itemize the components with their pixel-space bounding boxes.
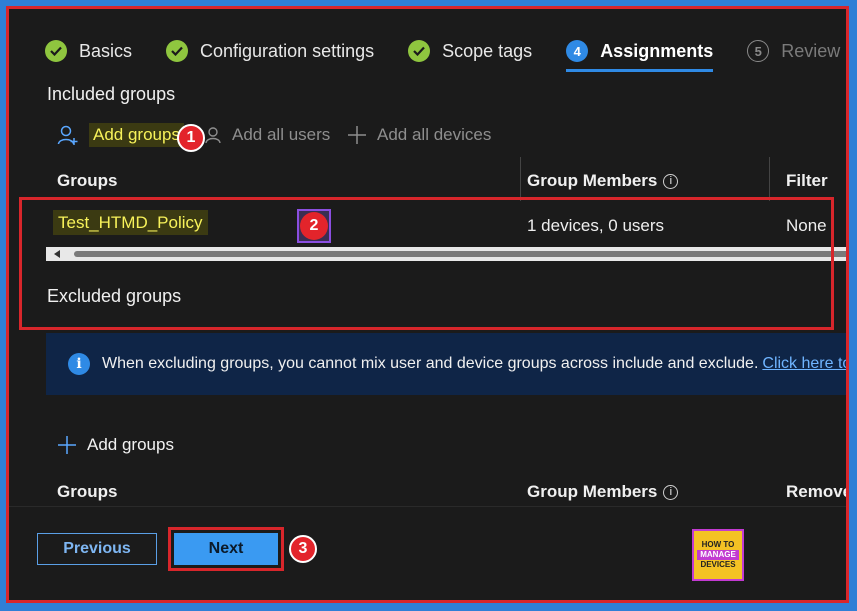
column-header-group-members: Group Members i	[527, 171, 679, 191]
check-icon	[166, 40, 189, 62]
add-groups-label: Add groups	[89, 123, 184, 147]
info-icon: i	[68, 353, 90, 375]
column-header-group-members: Group Members i	[527, 482, 679, 502]
add-groups-button[interactable]: Add groups	[57, 123, 184, 147]
tab-label: Configuration settings	[200, 40, 375, 61]
tab-label: Review	[781, 40, 841, 61]
plus-icon	[57, 435, 77, 455]
tab-assignments[interactable]: 4 Assignments	[566, 37, 714, 72]
column-header-groups: Groups	[57, 482, 118, 501]
step-number-badge: 4	[566, 40, 589, 62]
logo-line: DEVICES	[700, 560, 736, 569]
tab-basics[interactable]: Basics	[45, 37, 132, 65]
info-banner: i When excluding groups, you cannot mix …	[46, 333, 846, 395]
column-header-remove: Remove	[786, 482, 849, 501]
add-groups-label: Add groups	[87, 435, 174, 454]
add-excluded-groups-button[interactable]: Add groups	[57, 435, 174, 455]
tab-configuration-settings[interactable]: Configuration settings	[166, 37, 374, 65]
add-user-icon	[57, 124, 79, 146]
info-icon[interactable]: i	[663, 173, 679, 189]
wizard-window: Basics Configuration settings Scope tags…	[6, 6, 849, 603]
group-members-label: Group Members	[527, 171, 658, 190]
callout-badge-1: 1	[177, 124, 205, 152]
group-members-label: Group Members	[527, 482, 658, 501]
check-icon	[408, 40, 431, 62]
tab-review[interactable]: 5 Review	[747, 37, 840, 65]
plus-icon	[347, 125, 367, 145]
callout-highlight-box	[19, 197, 834, 330]
column-divider	[769, 157, 770, 201]
tab-label: Assignments	[600, 40, 714, 61]
column-header-filter: Filter	[786, 171, 828, 190]
add-all-devices-button[interactable]: Add all devices	[347, 125, 491, 145]
tab-scope-tags[interactable]: Scope tags	[408, 37, 532, 65]
callout-badge-3: 3	[289, 535, 317, 563]
logo-line: HOW TO	[701, 540, 735, 549]
wizard-footer: Previous Next 3 HOW TO MANAGE DEVICES	[9, 506, 846, 600]
column-header-groups: Groups	[57, 171, 118, 190]
previous-button[interactable]: Previous	[37, 533, 157, 565]
user-icon	[204, 126, 222, 144]
add-all-users-button[interactable]: Add all users	[204, 125, 330, 145]
info-banner-link[interactable]: Click here to le	[762, 355, 846, 373]
included-groups-title: Included groups	[47, 84, 176, 104]
add-all-devices-label: Add all devices	[377, 125, 492, 144]
tab-label: Scope tags	[442, 40, 533, 61]
check-icon	[45, 40, 67, 62]
column-divider	[520, 157, 521, 201]
info-banner-text: When excluding groups, you cannot mix us…	[102, 355, 759, 372]
add-all-users-label: Add all users	[232, 125, 331, 144]
step-number-badge: 5	[747, 40, 770, 62]
wizard-steps: Basics Configuration settings Scope tags…	[45, 37, 846, 77]
htmd-logo: HOW TO MANAGE DEVICES	[692, 529, 744, 581]
tab-label: Basics	[79, 40, 133, 61]
logo-line: MANAGE	[697, 550, 739, 560]
next-button[interactable]: Next	[174, 533, 278, 565]
info-icon[interactable]: i	[663, 484, 679, 500]
